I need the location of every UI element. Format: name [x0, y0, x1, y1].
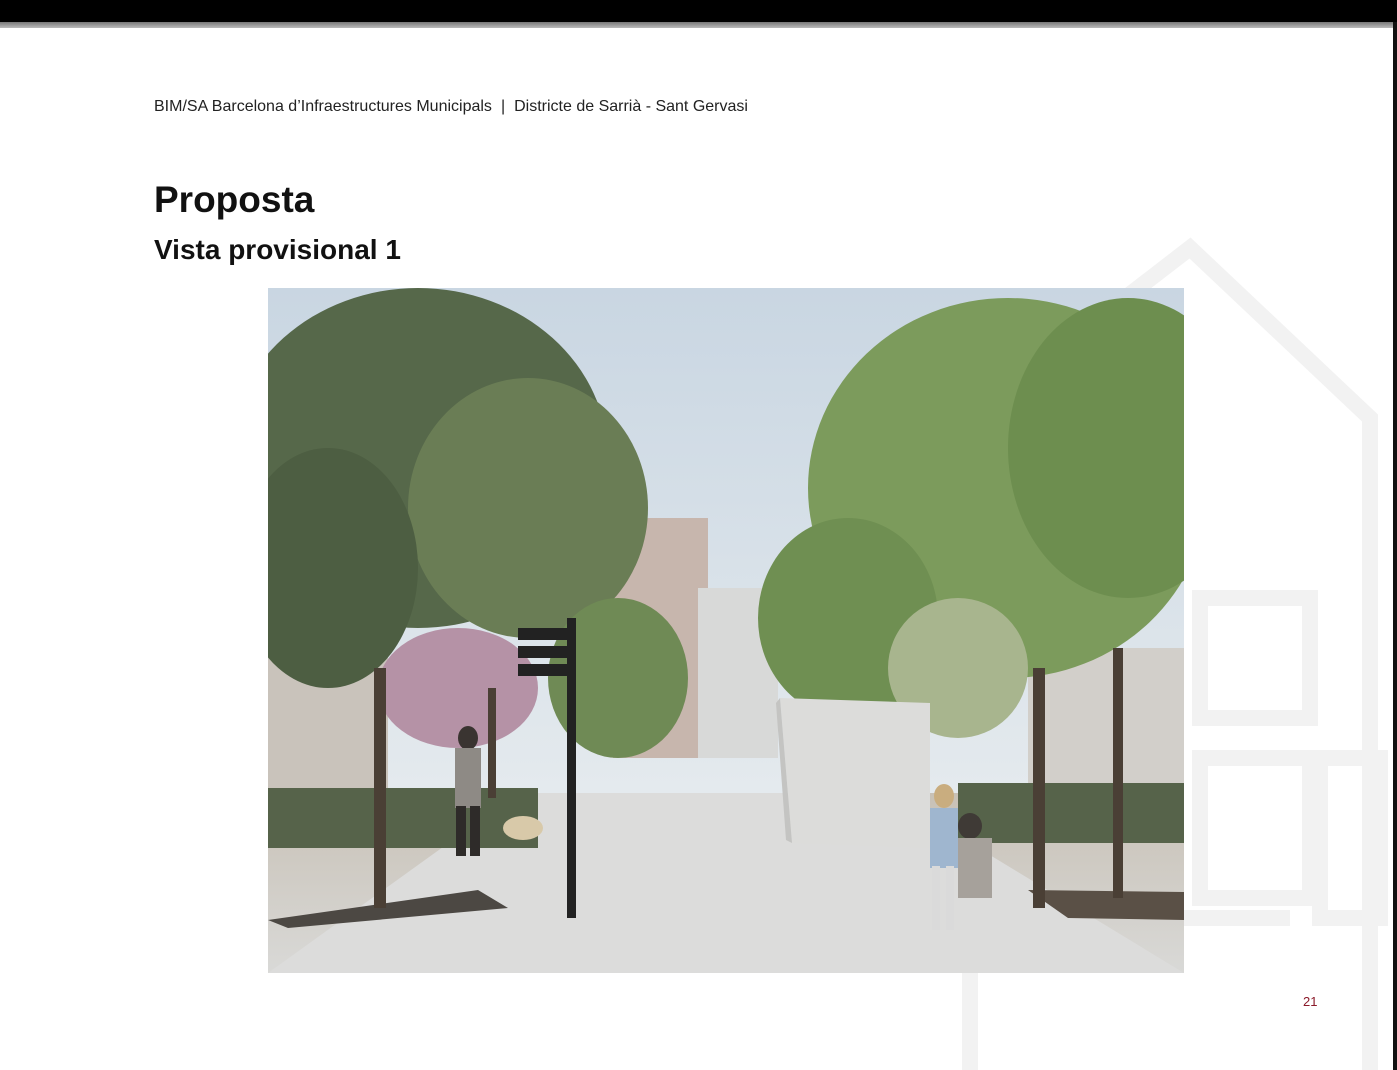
architectural-render-image — [268, 288, 1184, 973]
window-right-edge — [1393, 22, 1397, 1070]
slide-title: Proposta — [154, 179, 315, 220]
window-top-bar — [0, 0, 1397, 22]
slide-header: BIM/SA Barcelona d’Infraestructures Muni… — [154, 98, 748, 116]
presentation-slide: BIM/SA Barcelona d’Infraestructures Muni… — [0, 28, 1393, 1070]
header-organization: BIM/SA Barcelona d’Infraestructures Muni… — [154, 98, 492, 115]
header-separator: | — [500, 98, 506, 115]
slide-subtitle: Vista provisional 1 — [154, 234, 401, 265]
header-district: Districte de Sarrià - Sant Gervasi — [514, 98, 748, 115]
page-number: 21 — [1303, 994, 1318, 1009]
architectural-render-icon — [268, 288, 1184, 973]
